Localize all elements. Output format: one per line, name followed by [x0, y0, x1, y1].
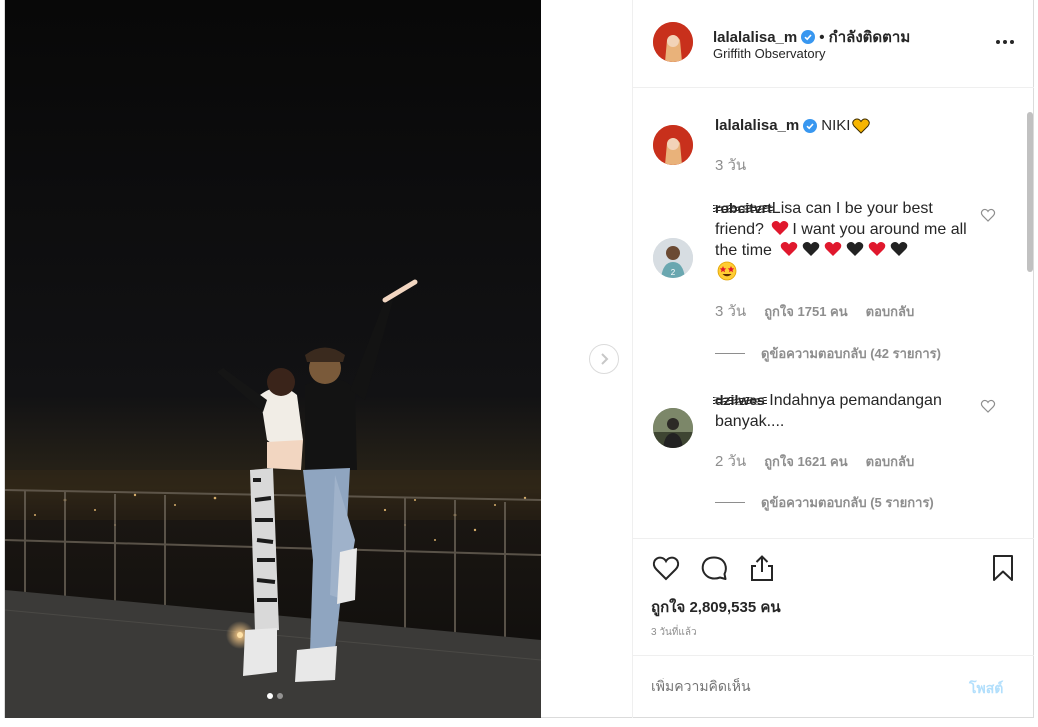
- caption-meta: 3 วัน: [715, 153, 746, 177]
- caption-username[interactable]: lalalalisa_m: [715, 117, 799, 134]
- post-timestamp[interactable]: 3 วันที่แล้ว: [651, 625, 697, 640]
- more-icon[interactable]: [993, 32, 1017, 52]
- comments-list[interactable]: lalalalisa_m NIKI 3 วัน 2 robcitvrtLisa …: [633, 88, 1034, 538]
- red-heart-icon: [825, 242, 842, 256]
- scrollbar[interactable]: [1027, 112, 1033, 272]
- like-icon[interactable]: [651, 553, 681, 583]
- commenter-avatar[interactable]: 2: [653, 238, 693, 278]
- comment-like-icon[interactable]: [980, 207, 996, 223]
- post-side-panel: lalalalisa_m • กำลังติดตาม Griffith Obse…: [632, 0, 1034, 718]
- view-replies-label: ดูข้อความตอบกลับ (42 รายการ): [761, 346, 941, 361]
- black-heart-icon: [891, 242, 908, 256]
- gallery-dot-active: [267, 693, 273, 699]
- yellow-heart-icon: [852, 118, 871, 134]
- commenter-avatar[interactable]: [653, 408, 693, 448]
- comment-time[interactable]: 3 วัน: [715, 299, 746, 323]
- comment-emoji-row: [776, 242, 908, 259]
- star-eyes-emoji-icon: [717, 261, 737, 281]
- view-replies-button[interactable]: ดูข้อความตอบกลับ (5 รายการ): [715, 492, 934, 513]
- reply-button[interactable]: ตอบกลับ: [866, 451, 915, 472]
- location-link[interactable]: Griffith Observatory: [713, 46, 825, 61]
- gallery-dots: [267, 693, 283, 699]
- reply-button[interactable]: ตอบกลับ: [866, 301, 915, 322]
- view-replies-label: ดูข้อความตอบกลับ (5 รายการ): [761, 495, 934, 510]
- verified-icon: [803, 118, 818, 133]
- post-photo[interactable]: [5, 0, 541, 718]
- comment-meta: 2 วัน ถูกใจ 1621 คน ตอบกลับ: [715, 449, 914, 473]
- red-heart-icon: [781, 242, 798, 256]
- comment-username[interactable]: dzilwes: [713, 390, 767, 411]
- black-heart-icon: [803, 242, 820, 256]
- caption-time[interactable]: 3 วัน: [715, 153, 746, 177]
- comment-text: robcitvrtLisa can I be your best friend?…: [713, 198, 975, 283]
- comment-icon[interactable]: [699, 553, 729, 583]
- comment-like-icon[interactable]: [980, 398, 996, 414]
- view-replies-button[interactable]: ดูข้อความตอบกลับ (42 รายการ): [715, 343, 941, 364]
- svg-text:2: 2: [671, 268, 676, 277]
- comment-likes-link[interactable]: ถูกใจ 1751 คน: [764, 301, 847, 322]
- avatar[interactable]: [653, 22, 693, 62]
- red-heart-icon: [772, 221, 789, 235]
- next-chevron-icon: [601, 353, 609, 365]
- likes-count[interactable]: ถูกใจ 2,809,535 คน: [651, 595, 781, 619]
- comment-username[interactable]: robcitvrt: [713, 198, 774, 219]
- comment-text: dzilwes Indahnya pemandangan banyak....: [713, 390, 965, 432]
- following-button[interactable]: • กำลังติดตาม: [819, 25, 910, 49]
- post-actions: ถูกใจ 2,809,535 คน 3 วันที่แล้ว: [633, 538, 1034, 656]
- comment-time[interactable]: 2 วัน: [715, 449, 746, 473]
- red-heart-icon: [869, 242, 886, 256]
- username-link[interactable]: lalalalisa_m: [713, 29, 797, 46]
- caption: lalalalisa_m NIKI: [715, 117, 871, 134]
- black-heart-icon: [847, 242, 864, 256]
- next-photo-button[interactable]: [589, 344, 619, 374]
- add-comment-bar: โพสต์: [633, 655, 1034, 719]
- comment-meta: 3 วัน ถูกใจ 1751 คน ตอบกลับ: [715, 299, 914, 323]
- comment-input[interactable]: [651, 678, 951, 694]
- post-comment-button[interactable]: โพสต์: [969, 678, 1003, 700]
- save-icon[interactable]: [988, 553, 1018, 583]
- comment-likes-link[interactable]: ถูกใจ 1621 คน: [764, 451, 847, 472]
- post-header: lalalalisa_m • กำลังติดตาม Griffith Obse…: [633, 0, 1034, 88]
- caption-text: NIKI: [821, 117, 851, 134]
- share-icon[interactable]: [747, 553, 777, 583]
- verified-icon: [801, 30, 816, 44]
- gallery-dot: [277, 693, 283, 699]
- caption-avatar[interactable]: [653, 125, 693, 165]
